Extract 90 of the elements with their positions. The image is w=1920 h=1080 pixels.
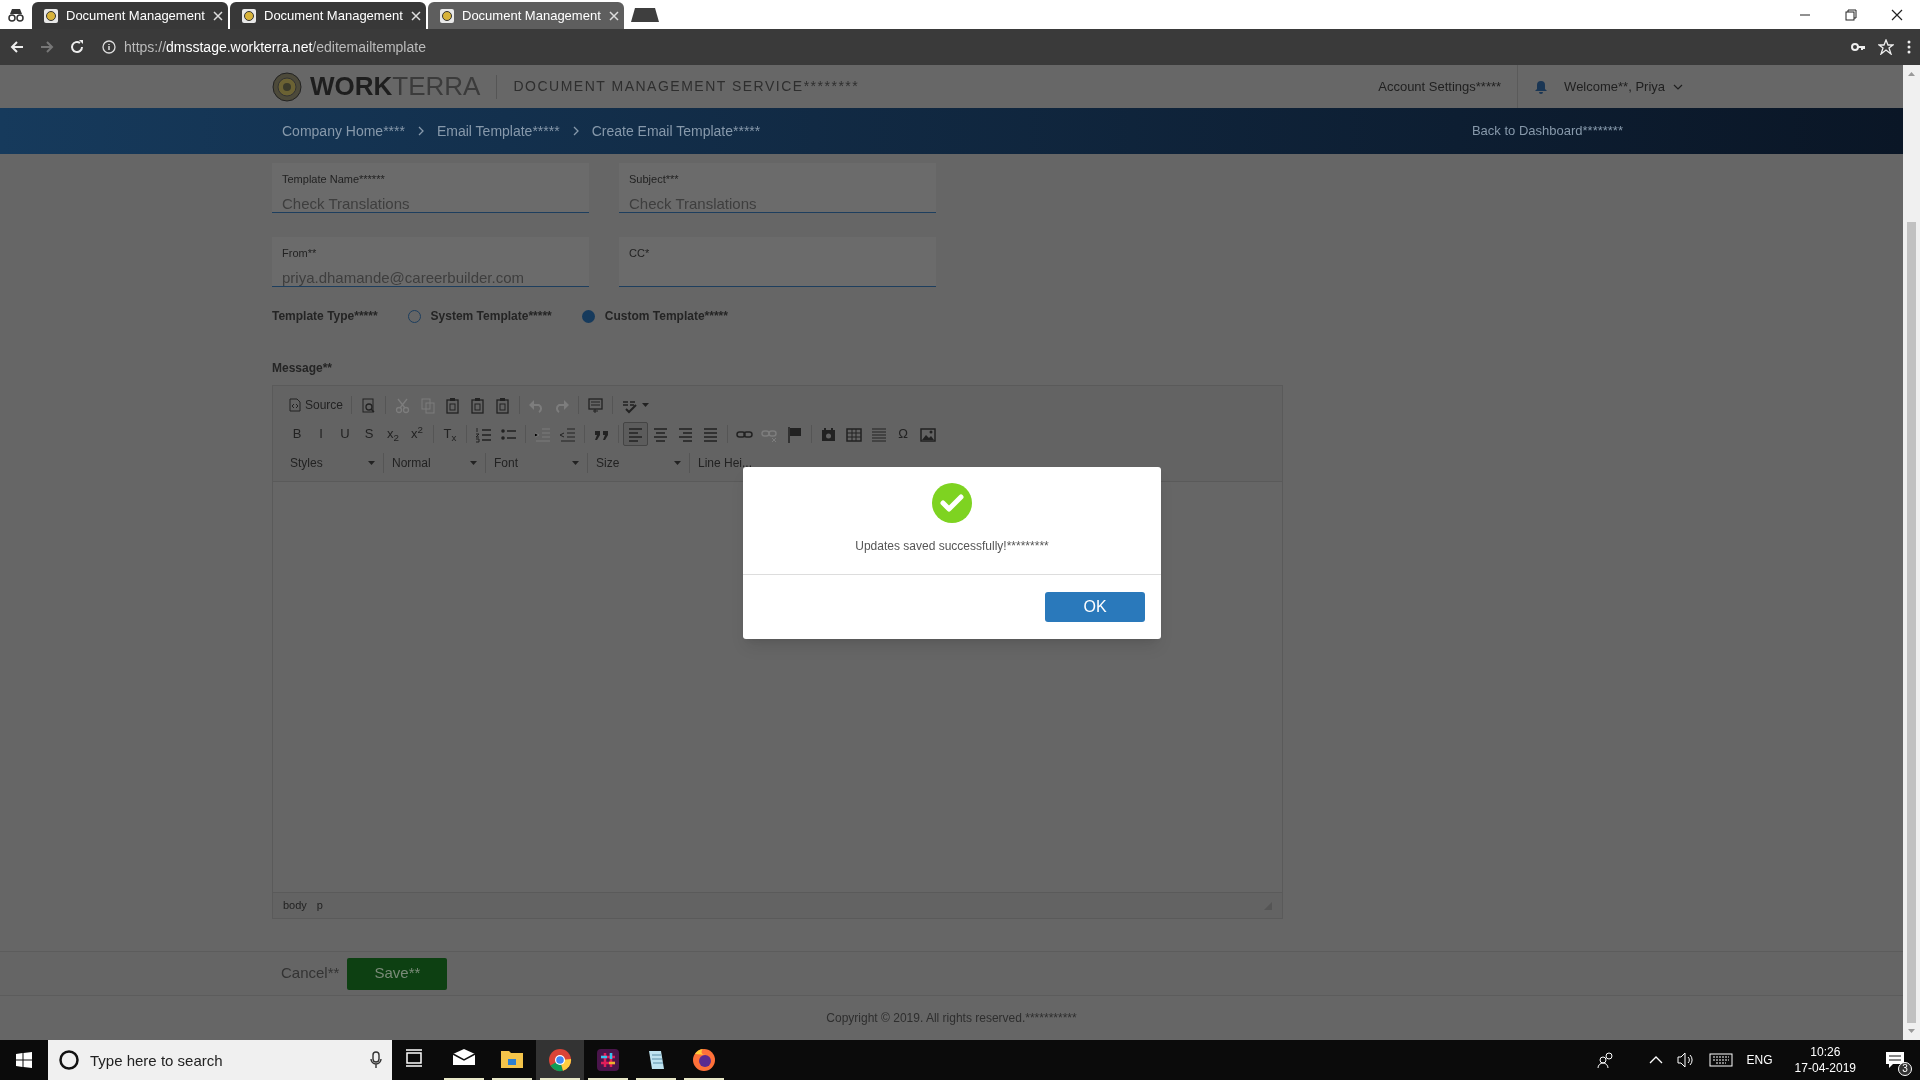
favicon-icon [242, 8, 256, 23]
radio-option[interactable]: Custom Template***** [581, 307, 728, 325]
keyboard-icon[interactable] [1708, 1053, 1733, 1067]
close-icon[interactable] [410, 10, 421, 21]
breadcrumb-link[interactable]: Email Template***** [436, 120, 560, 142]
code-document-icon [289, 398, 301, 412]
flag-icon [786, 425, 803, 443]
toolbar-dropdown[interactable]: Font [489, 452, 584, 474]
template-icon [587, 396, 605, 414]
favicon-icon [44, 8, 58, 23]
menu-icon[interactable] [1906, 39, 1912, 55]
alignleft-icon [627, 425, 644, 443]
taskbar-app-button[interactable] [536, 1040, 584, 1080]
language-indicator[interactable]: ENG [1746, 1051, 1773, 1069]
aligncenter-icon [652, 425, 669, 443]
reload-icon[interactable] [68, 38, 86, 56]
template-type-label: Template Type***** [272, 308, 378, 325]
breadcrumb-link[interactable]: Create Email Template***** [591, 120, 761, 142]
caret-icon [368, 461, 375, 465]
message-label: Message** [272, 360, 334, 377]
copyright-text: Copyright © 2019. All rights reserved.*********** [826, 1010, 1077, 1027]
caret-icon [572, 461, 579, 465]
justify-icon [702, 425, 719, 443]
media-icon [820, 425, 837, 443]
user-menu[interactable]: Welcome**, Priya [1564, 76, 1683, 97]
incognito-icon [6, 8, 26, 22]
strikethrough-button[interactable]: S [357, 422, 381, 446]
favicon-icon [440, 8, 454, 23]
close-icon[interactable] [212, 10, 223, 21]
bell-icon[interactable] [1534, 79, 1549, 94]
toolbar-dropdown[interactable]: Size [591, 452, 686, 474]
toolbar-dropdown[interactable]: Normal [387, 452, 482, 474]
special-character-button[interactable]: Ω [891, 422, 915, 446]
success-check-icon [932, 483, 972, 523]
element-path-item[interactable]: p [316, 897, 323, 914]
element-path-item[interactable]: body [283, 897, 307, 914]
browser-tab[interactable]: Document Management [32, 2, 228, 29]
windows-start-icon[interactable] [16, 1052, 32, 1068]
toolbar-dropdown[interactable]: Line Hei... [693, 452, 763, 474]
firefox-icon [692, 1048, 716, 1072]
clock[interactable]: 10:26 17-04-2019 [1786, 1044, 1864, 1076]
chevron-up-icon[interactable] [1648, 1056, 1663, 1064]
cortana-circle-icon [58, 1049, 80, 1071]
info-icon [102, 40, 116, 54]
taskbar-search-box[interactable]: Type here to search [48, 1040, 392, 1080]
table-icon [845, 425, 862, 443]
star-icon[interactable] [1878, 39, 1894, 55]
chevron-right-icon [571, 126, 580, 136]
service-title: DOCUMENT MANAGEMENT SERVICE******** [513, 77, 860, 96]
chevron-down-icon [1673, 83, 1683, 90]
paste-icon [444, 396, 462, 414]
outdent-icon [534, 425, 551, 443]
dialog-message: Updates saved successfully!********* [855, 538, 1049, 555]
scrollbar[interactable] [1903, 65, 1920, 1040]
browser-tab[interactable]: Document Management [230, 2, 426, 29]
numlist-icon [475, 425, 492, 443]
source-button[interactable]: Source [285, 393, 348, 417]
toolbar-dropdown[interactable]: Styles [285, 452, 380, 474]
alignright-icon [677, 425, 694, 443]
caret-icon [470, 461, 477, 465]
restore-icon[interactable] [1843, 6, 1859, 23]
ok-button[interactable]: OK [1045, 592, 1145, 622]
align-left-button[interactable] [623, 422, 648, 446]
people-icon[interactable] [1596, 1052, 1615, 1068]
text-field[interactable]: CC* [619, 237, 936, 287]
image-icon [919, 425, 936, 443]
microphone-icon [370, 1051, 382, 1069]
underline-button[interactable]: U [333, 422, 357, 446]
indent-icon [559, 425, 576, 443]
new-tab-icon[interactable] [630, 7, 660, 23]
breadcrumb-link[interactable]: Company Home**** [282, 120, 405, 142]
bold-button[interactable]: B [285, 422, 309, 446]
cut-icon [394, 396, 412, 414]
paste-icon [494, 396, 512, 414]
account-settings-link[interactable]: Account Settings***** [1378, 76, 1502, 97]
hrule-icon [870, 425, 887, 443]
logo-emblem-icon [272, 71, 302, 102]
speaker-icon[interactable] [1676, 1052, 1695, 1068]
back-to-dashboard-link[interactable]: Back to Dashboard******** [1471, 121, 1623, 141]
caret-icon [674, 461, 681, 465]
caret-icon [642, 403, 650, 407]
subscript-button[interactable]: x$_{2}$ [381, 422, 405, 446]
chevron-right-icon [416, 126, 425, 136]
paste-icon [469, 396, 487, 414]
chrome-icon [548, 1048, 572, 1072]
browser-tab[interactable]: Document Management [428, 2, 624, 29]
save-button[interactable]: Save** [347, 957, 448, 990]
slack-icon [596, 1048, 620, 1072]
radio-option[interactable]: System Template***** [407, 307, 552, 325]
superscript-button[interactable]: x$^{2}$ [405, 422, 429, 446]
